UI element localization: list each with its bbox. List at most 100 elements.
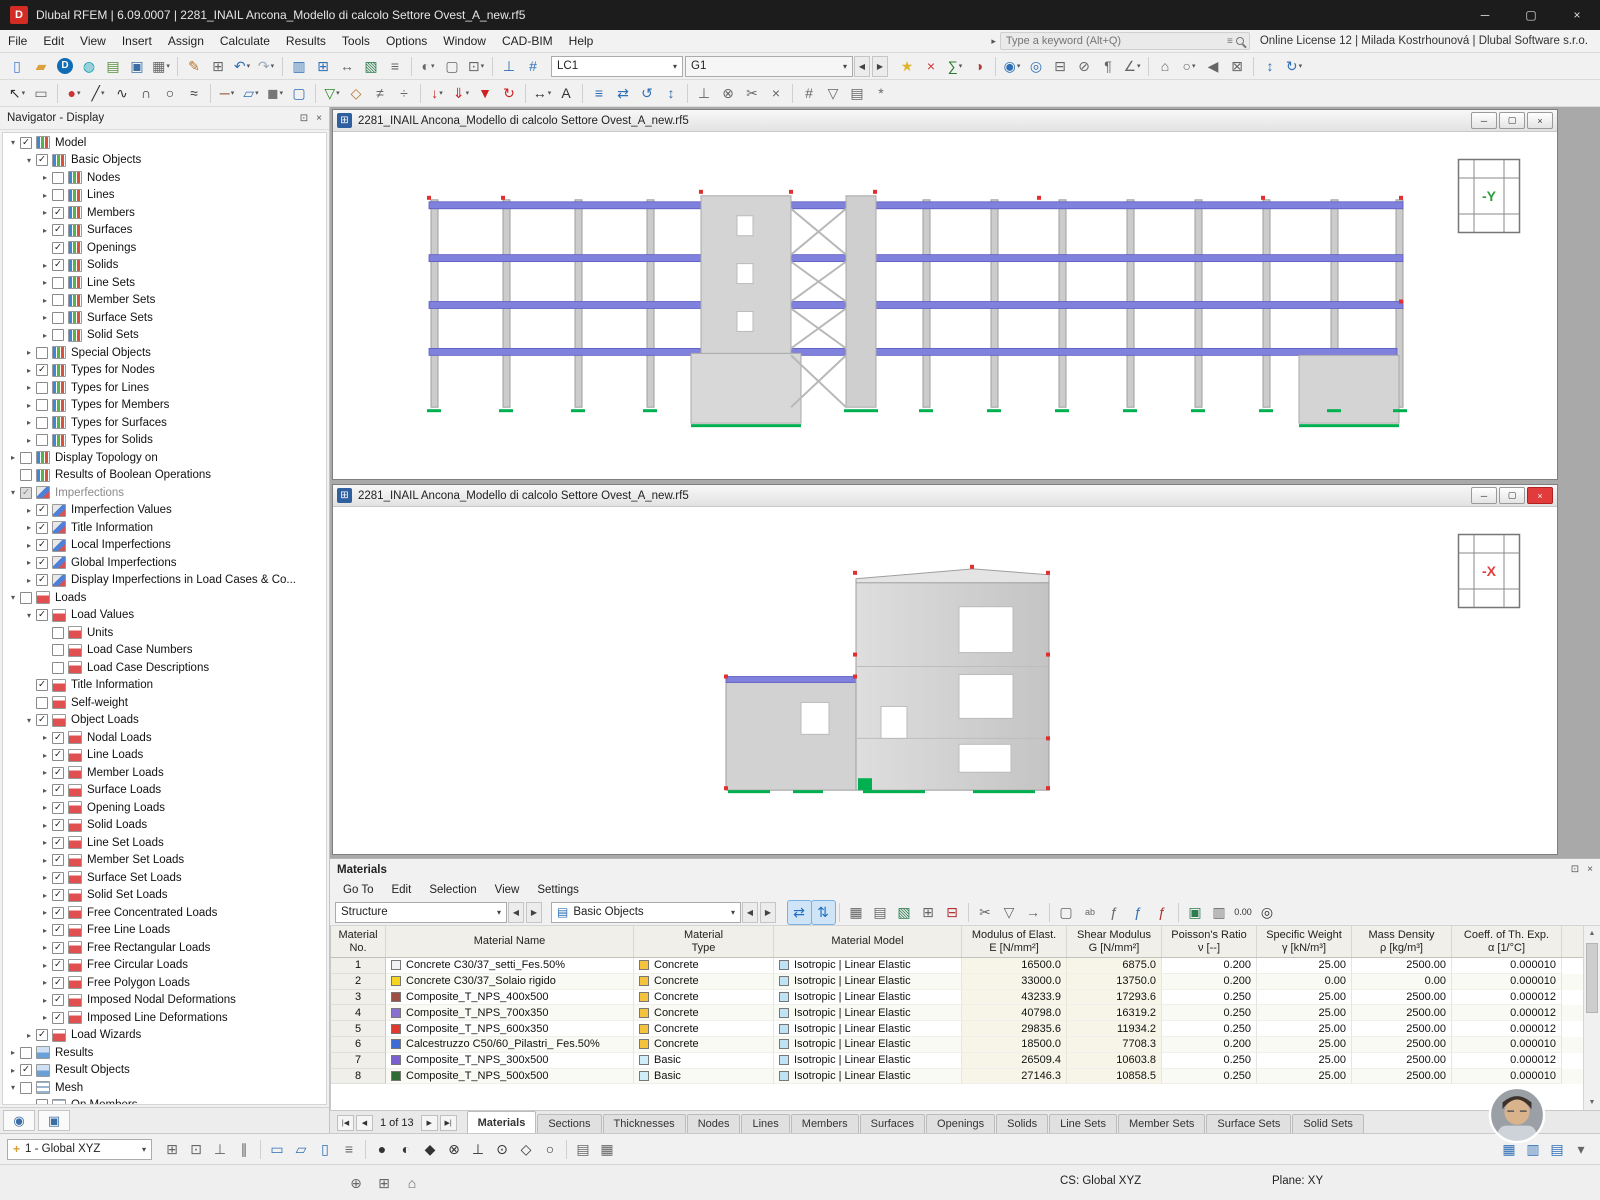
collapse-icon[interactable]: ▾ xyxy=(22,611,36,620)
column-header-material-no[interactable]: Material No. xyxy=(331,926,386,957)
table-tab-surface-sets[interactable]: Surface Sets xyxy=(1206,1114,1292,1133)
expand-icon[interactable]: ▸ xyxy=(38,856,52,865)
tree-item-mesh[interactable]: ▾ Mesh xyxy=(3,1079,326,1097)
snap-mid-icon[interactable]: ◐ xyxy=(395,1138,418,1161)
tree-item-load-values[interactable]: ▾ ✓ Load Values xyxy=(3,607,326,625)
expand-icon[interactable]: ▸ xyxy=(38,943,52,952)
tree-item-line-sets[interactable]: ▸ Line Sets xyxy=(3,274,326,292)
tree-item-types-for-nodes[interactable]: ▸ ✓ Types for Nodes xyxy=(3,362,326,380)
plane-offset-icon[interactable]: ≡ xyxy=(338,1138,361,1161)
tree-checkbox[interactable] xyxy=(36,416,48,429)
delete-results-icon[interactable]: × xyxy=(920,55,943,78)
tree-item-imperfections[interactable]: ▾ ✓ Imperfections xyxy=(3,484,326,502)
find-in-table-icon[interactable]: ◎ xyxy=(1256,901,1279,924)
viewport1-canvas[interactable]: -Y xyxy=(333,132,1557,479)
solid-tool-icon[interactable]: ◼ ▾ xyxy=(264,82,287,105)
spline-tool-icon[interactable]: ≈ xyxy=(183,82,206,105)
expand-icon[interactable]: ▸ xyxy=(22,401,36,410)
tree-item-solid-sets[interactable]: ▸ Solid Sets xyxy=(3,327,326,345)
tree-checkbox[interactable] xyxy=(20,451,32,464)
tree-checkbox[interactable]: ✓ xyxy=(36,679,48,692)
calculate-icon[interactable]: ∑ ▾ xyxy=(944,55,967,78)
expand-icon[interactable]: ▸ xyxy=(22,506,36,515)
work-plane-xy-icon[interactable]: ▭ xyxy=(266,1138,289,1161)
table-tab-surfaces[interactable]: Surfaces xyxy=(859,1114,926,1133)
collapse-icon[interactable]: ▾ xyxy=(6,593,20,602)
expand-icon[interactable]: ▸ xyxy=(38,978,52,987)
snap-intersection-icon[interactable]: ⊗ xyxy=(443,1138,466,1161)
area-load-icon[interactable]: ▼ xyxy=(474,82,497,105)
import-table-icon[interactable]: ▥ xyxy=(1208,901,1231,924)
snap-center-icon[interactable]: ⊙ xyxy=(491,1138,514,1161)
tree-item-model[interactable]: ▾ ✓ Model xyxy=(3,134,326,152)
tree-checkbox[interactable]: ✓ xyxy=(52,889,64,902)
tree-checkbox[interactable]: ✓ xyxy=(36,556,48,569)
visibility-icon[interactable]: ◉ ▾ xyxy=(1001,55,1024,78)
view-axis-indicator[interactable]: -X xyxy=(1457,533,1521,609)
text-tool-icon[interactable]: A xyxy=(555,82,578,105)
background-layers-icon[interactable]: ▦ xyxy=(596,1138,619,1161)
tree-item-surface-set-loads[interactable]: ▸ ✓ Surface Set Loads xyxy=(3,869,326,887)
tree-item-solid-set-loads[interactable]: ▸ ✓ Solid Set Loads xyxy=(3,887,326,905)
fx-edit-icon[interactable]: ƒ xyxy=(1127,901,1150,924)
tree-checkbox[interactable]: ✓ xyxy=(52,206,64,219)
tree-item-free-polygon-loads[interactable]: ▸ ✓ Free Polygon Loads xyxy=(3,974,326,992)
worksheet-icon[interactable]: ⊞ xyxy=(312,55,335,78)
expand-icon[interactable]: ▸ xyxy=(22,523,36,532)
tree-item-self-weight[interactable]: Self-weight xyxy=(3,694,326,712)
tree-item-display-topology-on[interactable]: ▸ Display Topology on xyxy=(3,449,326,467)
grid-indicator-icon[interactable]: ⊞ xyxy=(373,1171,396,1194)
tree-checkbox[interactable]: ✓ xyxy=(52,854,64,867)
menu-view[interactable]: View xyxy=(72,30,114,52)
guidelines-icon[interactable]: ∥ xyxy=(233,1138,256,1161)
arc-tool-icon[interactable]: ∩ xyxy=(135,82,158,105)
objects-combo[interactable]: ▤ Basic Objects ▾ xyxy=(551,901,741,923)
tree-checkbox[interactable]: ✓ xyxy=(52,784,64,797)
section-icon[interactable]: ⊘ xyxy=(1073,55,1096,78)
materials-table-row-2[interactable]: 2 Concrete C30/37_Solaio rigido Concrete Is… xyxy=(331,973,1600,990)
hinge-tool-icon[interactable]: ◇ xyxy=(345,82,368,105)
materials-table-row-1[interactable]: 1 Concrete C30/37_setti_Fes.50% Concrete Is… xyxy=(331,958,1600,974)
dlubal-bim-icon[interactable]: ◍ xyxy=(78,55,101,78)
tree-item-imposed-nodal-deformations[interactable]: ▸ ✓ Imposed Nodal Deformations xyxy=(3,992,326,1010)
table-tab-solids[interactable]: Solids xyxy=(996,1114,1049,1133)
snap-quadrant-icon[interactable]: ◇ xyxy=(515,1138,538,1161)
surface-tool-icon[interactable]: ▱ ▾ xyxy=(240,82,263,105)
tree-item-loads[interactable]: ▾ Loads xyxy=(3,589,326,607)
expand-icon[interactable]: ▸ xyxy=(22,1031,36,1040)
tree-item-display-imperfections-in-load-cases-co[interactable]: ▸ ✓ Display Imperfections in Load Cases & … xyxy=(3,572,326,590)
search-input[interactable] xyxy=(1005,35,1227,47)
fit-view-icon[interactable]: ⊠ xyxy=(1226,55,1249,78)
tree-item-on-members[interactable]: On Members xyxy=(3,1097,326,1104)
tree-item-types-for-members[interactable]: ▸ Types for Members xyxy=(3,397,326,415)
tree-item-member-sets[interactable]: ▸ Member Sets xyxy=(3,292,326,310)
tree-item-member-set-loads[interactable]: ▸ ✓ Member Set Loads xyxy=(3,852,326,870)
expand-icon[interactable]: ▸ xyxy=(38,331,52,340)
previous-object-button[interactable]: ◀ xyxy=(742,901,758,923)
undo-icon[interactable]: ↶ ▾ xyxy=(231,55,254,78)
align-icon[interactable]: ≡ xyxy=(588,82,611,105)
copy-icon[interactable]: ⊞ xyxy=(207,55,230,78)
expand-icon[interactable]: ▸ xyxy=(6,1048,20,1057)
column-header-shear-modulus-g-n-mm[interactable]: Shear Modulus G [N/mm²] xyxy=(1067,926,1162,957)
table-tab-members[interactable]: Members xyxy=(790,1114,859,1133)
tree-item-types-for-lines[interactable]: ▸ Types for Lines xyxy=(3,379,326,397)
tree-checkbox[interactable] xyxy=(20,591,32,604)
table-tab-lines[interactable]: Lines xyxy=(741,1114,790,1133)
tree-item-line-set-loads[interactable]: ▸ ✓ Line Set Loads xyxy=(3,834,326,852)
expand-icon[interactable]: ▸ xyxy=(38,821,52,830)
panel-icon[interactable]: ▢ xyxy=(1055,901,1078,924)
options-icon[interactable]: * xyxy=(870,82,893,105)
expand-icon[interactable]: ▸ xyxy=(22,558,36,567)
tree-checkbox[interactable] xyxy=(36,399,48,412)
materials-table-row-8[interactable]: 8 Composite_T_NPS_500x500 Basic Isotropic |… xyxy=(331,1068,1600,1085)
column-header-mass-density-kg-m[interactable]: Mass Density ρ [kg/m³] xyxy=(1352,926,1452,957)
table-menu-go-to[interactable]: Go To xyxy=(334,884,382,896)
column-header-material-type[interactable]: Material Type xyxy=(634,926,774,957)
expand-icon[interactable]: ▸ xyxy=(38,803,52,812)
scrollbar-thumb[interactable] xyxy=(1586,943,1598,1013)
move-view-icon[interactable]: ↕ xyxy=(1259,55,1282,78)
viewport1-minimize-button[interactable]: ─ xyxy=(1471,112,1497,129)
cut-row-icon[interactable]: ✂ xyxy=(974,901,997,924)
expand-icon[interactable]: ▸ xyxy=(38,208,52,217)
